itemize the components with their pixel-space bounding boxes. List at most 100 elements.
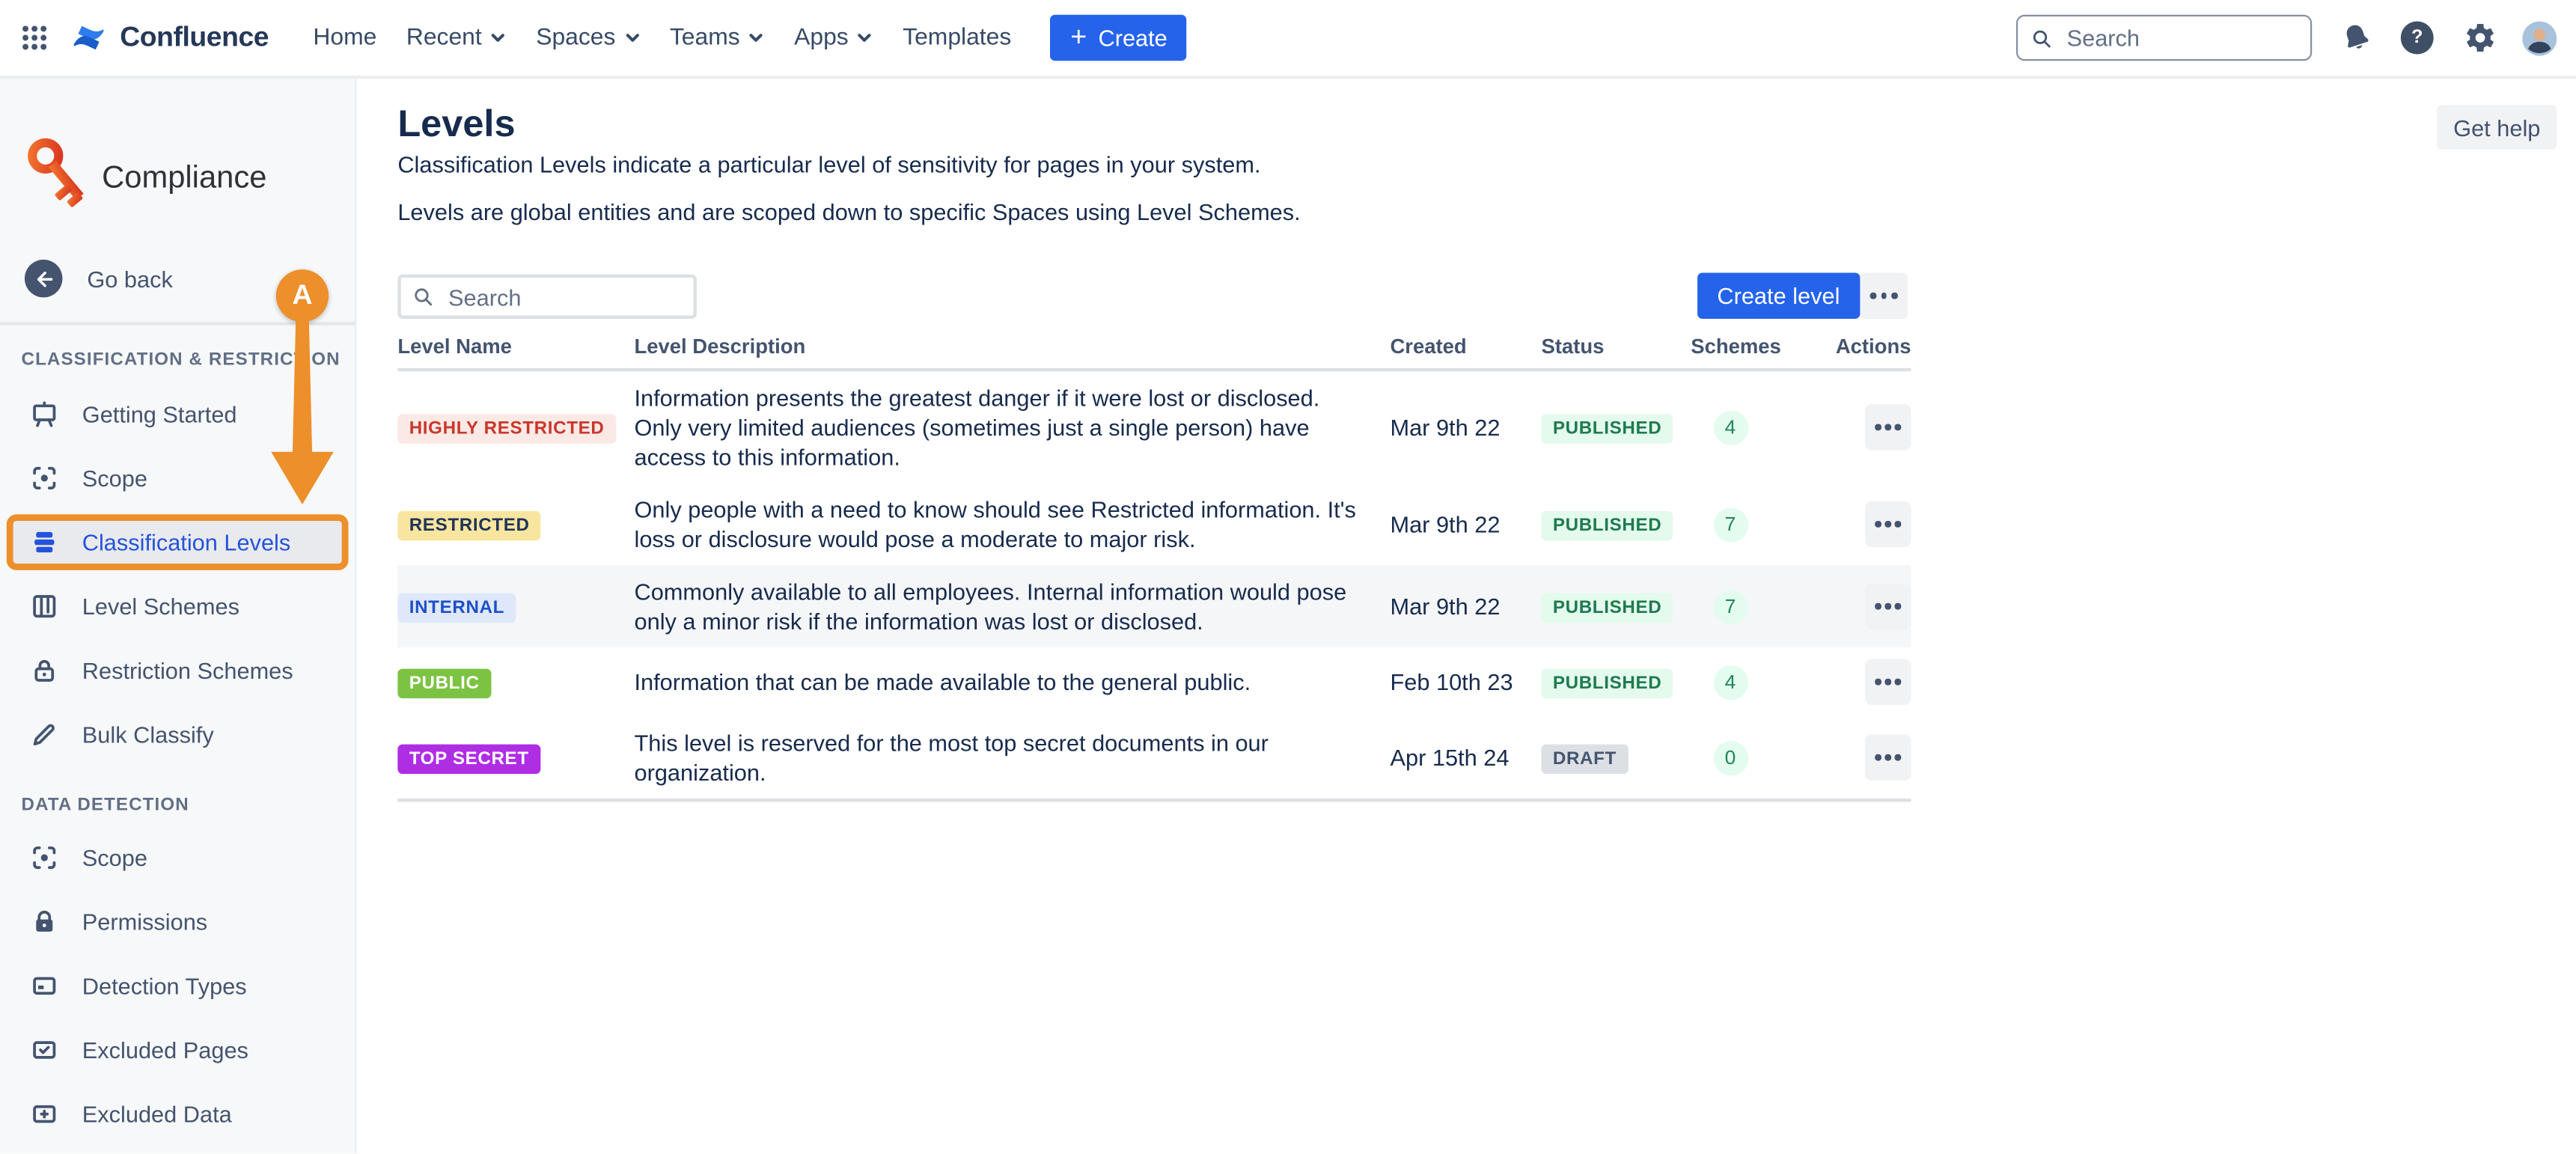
- schemes-count: 7: [1713, 589, 1748, 623]
- ellipsis-icon: [1875, 679, 1881, 685]
- bell-icon: [2340, 22, 2373, 55]
- levels-table: Level Name Level Description Created Sta…: [397, 335, 1911, 802]
- sidebar-item-getting-started[interactable]: Getting Started: [0, 383, 355, 445]
- sidebar-item-scope-detection[interactable]: Scope: [0, 826, 355, 888]
- table-more-actions-button[interactable]: [1860, 272, 1908, 318]
- col-created: Created: [1390, 335, 1541, 358]
- card-check-icon: [30, 1035, 60, 1065]
- annotation-marker-a: A: [276, 269, 329, 322]
- settings-button[interactable]: [2461, 22, 2494, 55]
- schemes-count: 0: [1713, 740, 1748, 775]
- section-title-data-detection: DATA DETECTION: [22, 796, 189, 815]
- sidebar-item-detection-types[interactable]: Detection Types: [0, 955, 355, 1017]
- col-schemes: Schemes: [1691, 335, 1769, 358]
- levels-search-input[interactable]: [445, 282, 683, 312]
- global-search-input[interactable]: [2063, 23, 2297, 53]
- nav-item-recent[interactable]: Recent: [406, 25, 507, 51]
- sidebar-item-permissions[interactable]: Permissions: [0, 891, 355, 953]
- levels-page: Levels Get help Classification Levels in…: [356, 79, 2576, 1153]
- col-level-description: Level Description: [635, 335, 1391, 358]
- row-actions-button[interactable]: [1865, 734, 1911, 780]
- question-mark-icon: ?: [2401, 22, 2434, 55]
- level-name-badge: INTERNAL: [397, 593, 516, 623]
- easel-icon: [30, 400, 60, 430]
- card-plus-icon: [30, 1099, 60, 1129]
- schemes-count: 7: [1713, 507, 1748, 541]
- row-actions-button[interactable]: [1865, 659, 1911, 704]
- lock-icon: [30, 656, 60, 686]
- page-description-2: Levels are global entities and are scope…: [397, 199, 1300, 225]
- primary-nav: Home Recent Spaces Teams Apps Templates: [313, 25, 1040, 51]
- go-back-button[interactable]: Go back: [25, 260, 173, 297]
- sidebar-item-classification-levels[interactable]: Classification Levels: [0, 511, 355, 573]
- level-name-badge: RESTRICTED: [397, 510, 541, 540]
- col-actions: Actions: [1770, 335, 1911, 358]
- scope-target-icon: [30, 843, 60, 873]
- level-name-badge: HIGHLY RESTRICTED: [397, 413, 616, 443]
- chevron-down-icon: [748, 30, 765, 46]
- brand-name: Confluence: [120, 22, 269, 55]
- level-description: Information that can be made available t…: [635, 667, 1391, 697]
- chevron-down-icon: [490, 30, 507, 46]
- confluence-logo-icon: [70, 19, 106, 55]
- level-description: Only people with a need to know should s…: [635, 495, 1391, 554]
- table-row-top-secret: TOP SECRET This level is reserved for th…: [397, 716, 1911, 799]
- avatar-photo: [2522, 20, 2557, 55]
- notifications-button[interactable]: [2340, 22, 2373, 55]
- table-row-internal: INTERNAL Commonly available to all emplo…: [397, 565, 1911, 647]
- help-button[interactable]: ?: [2401, 22, 2434, 55]
- create-button[interactable]: + Create: [1051, 15, 1187, 61]
- status-badge: DRAFT: [1541, 744, 1628, 774]
- sidebar-item-level-schemes[interactable]: Level Schemes: [0, 575, 355, 637]
- top-navigation-bar: Confluence Home Recent Spaces Teams Apps…: [0, 0, 2576, 79]
- plus-icon: +: [1070, 23, 1087, 51]
- created-date: Feb 10th 23: [1390, 669, 1541, 695]
- app-grid-icon: [19, 23, 49, 53]
- arrow-left-icon: [25, 260, 62, 297]
- schemes-count: 4: [1713, 410, 1748, 445]
- ellipsis-icon: [1870, 293, 1876, 299]
- created-date: Mar 9th 22: [1390, 511, 1541, 537]
- ellipsis-icon: [1875, 603, 1881, 609]
- global-search[interactable]: [2016, 15, 2312, 61]
- row-actions-button[interactable]: [1865, 404, 1911, 450]
- nav-item-apps[interactable]: Apps: [794, 25, 873, 51]
- nav-item-templates[interactable]: Templates: [903, 25, 1011, 51]
- row-actions-button[interactable]: [1865, 583, 1911, 629]
- confluence-brand[interactable]: Confluence: [70, 19, 269, 55]
- section-title-classification-restriction: CLASSIFICATION & RESTRICTION: [22, 350, 341, 370]
- col-level-name: Level Name: [397, 335, 634, 358]
- nav-item-home[interactable]: Home: [313, 25, 376, 51]
- sidebar-item-scope[interactable]: Scope: [0, 447, 355, 509]
- status-badge: PUBLISHED: [1541, 668, 1673, 698]
- row-actions-button[interactable]: [1865, 501, 1911, 547]
- app-switcher-button[interactable]: [19, 23, 49, 53]
- status-badge: PUBLISHED: [1541, 510, 1673, 540]
- level-description: Commonly available to all employees. Int…: [635, 577, 1391, 636]
- sidebar-item-bulk-classify[interactable]: Bulk Classify: [0, 703, 355, 766]
- level-description: Information presents the greatest danger…: [635, 383, 1391, 472]
- gear-icon: [2461, 22, 2494, 55]
- confluence-admin-page: Confluence Home Recent Spaces Teams Apps…: [0, 0, 2576, 1153]
- table-row-restricted: RESTRICTED Only people with a need to kn…: [397, 483, 1911, 566]
- lock-filled-icon: [30, 907, 60, 937]
- sidebar-item-excluded-data[interactable]: Excluded Data: [0, 1083, 355, 1145]
- get-help-button[interactable]: Get help: [2437, 106, 2557, 150]
- ellipsis-icon: [1875, 424, 1881, 430]
- sidebar-item-excluded-pages[interactable]: Excluded Pages: [0, 1019, 355, 1081]
- search-icon: [2031, 25, 2052, 50]
- nav-item-teams[interactable]: Teams: [670, 25, 765, 51]
- sidebar-item-restriction-schemes[interactable]: Restriction Schemes: [0, 639, 355, 701]
- levels-search[interactable]: [397, 275, 697, 319]
- nav-item-spaces[interactable]: Spaces: [536, 25, 640, 51]
- create-level-button[interactable]: Create level: [1697, 272, 1860, 318]
- page-title: Levels: [397, 102, 515, 146]
- sidebar-divider: [0, 322, 355, 324]
- card-icon: [30, 971, 60, 1001]
- chevron-down-icon: [857, 30, 873, 46]
- compliance-logo-key-icon: [12, 123, 110, 225]
- schemes-count: 4: [1713, 665, 1748, 699]
- scope-target-icon: [30, 463, 60, 493]
- user-avatar[interactable]: [2522, 20, 2557, 55]
- table-header-row: Level Name Level Description Created Sta…: [397, 335, 1911, 371]
